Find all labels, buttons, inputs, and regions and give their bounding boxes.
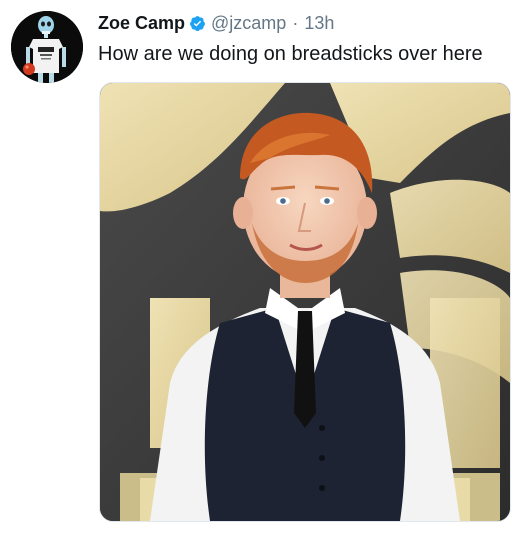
tweet-timestamp[interactable]: 13h <box>304 13 334 34</box>
skeleton-avatar-icon <box>11 11 83 83</box>
photo-icon <box>100 83 510 521</box>
separator-dot: · <box>292 12 299 33</box>
verified-badge-icon <box>189 15 206 32</box>
tweet-photo[interactable] <box>99 82 511 522</box>
avatar[interactable] <box>11 11 83 83</box>
user-handle[interactable]: @jzcamp <box>211 13 286 34</box>
tweet-text: How are we doing on breadsticks over her… <box>98 43 483 65</box>
display-name[interactable]: Zoe Camp <box>98 13 185 34</box>
tweet-card[interactable]: Zoe Camp @jzcamp · 13h How are we doing … <box>0 0 520 534</box>
tweet-header: Zoe Camp @jzcamp · 13h <box>98 11 334 35</box>
